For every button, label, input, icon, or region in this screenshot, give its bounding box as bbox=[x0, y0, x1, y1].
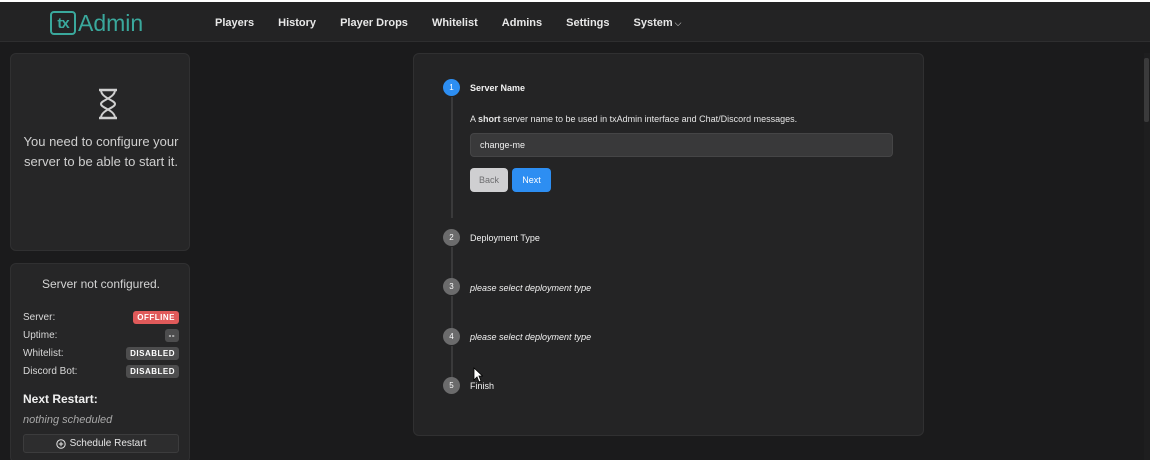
back-button[interactable]: Back bbox=[470, 168, 508, 192]
status-badge: DISABLED bbox=[126, 364, 179, 378]
status-row-server: Server: OFFLINE bbox=[23, 310, 179, 324]
plus-circle-icon bbox=[55, 438, 66, 449]
nav-history[interactable]: History bbox=[266, 17, 328, 29]
txadmin-logo[interactable]: tx Admin bbox=[50, 8, 143, 38]
step-2-label: Deployment Type bbox=[470, 233, 540, 243]
step-2-number: 2 bbox=[443, 229, 460, 246]
step-4-label: please select deployment type bbox=[470, 332, 592, 342]
description-bold: short bbox=[478, 114, 501, 124]
step-4-number: 4 bbox=[443, 328, 460, 345]
next-restart-value: nothing scheduled bbox=[23, 414, 113, 426]
nav-system-label: System bbox=[633, 17, 673, 29]
logo-mark: tx bbox=[50, 11, 76, 35]
step-connector bbox=[451, 247, 453, 280]
nav-system-dropdown[interactable]: System ⌵ bbox=[622, 17, 694, 29]
status-row-whitelist: Whitelist: DISABLED bbox=[23, 346, 179, 360]
nav-admins[interactable]: Admins bbox=[490, 17, 554, 29]
step-3-number: 3 bbox=[443, 278, 460, 295]
status-badge: DISABLED bbox=[126, 346, 179, 360]
nav-whitelist[interactable]: Whitelist bbox=[420, 17, 490, 29]
status-label: Server: bbox=[23, 311, 56, 323]
nav-player-drops[interactable]: Player Drops bbox=[328, 17, 420, 29]
server-name-input[interactable] bbox=[470, 133, 893, 157]
schedule-restart-label: Schedule Restart bbox=[69, 438, 147, 449]
nav-settings[interactable]: Settings bbox=[554, 17, 621, 29]
logo-text: Admin bbox=[78, 9, 144, 36]
step-1-number: 1 bbox=[443, 79, 460, 96]
step-connector bbox=[451, 97, 453, 218]
setup-wizard-card: 1 Server Name A short server name to be … bbox=[413, 53, 924, 436]
status-badge: OFFLINE bbox=[133, 310, 179, 324]
scrollbar-thumb[interactable] bbox=[1144, 58, 1149, 122]
status-row-uptime: Uptime: -- bbox=[23, 328, 179, 342]
configure-warning-text: You need to configure your server to be … bbox=[23, 134, 179, 169]
step-connector bbox=[451, 296, 453, 330]
schedule-restart-button[interactable]: Schedule Restart bbox=[23, 434, 179, 453]
hourglass-icon bbox=[99, 88, 117, 120]
chevron-down-icon: ⌵ bbox=[674, 18, 682, 28]
status-row-discord-bot: Discord Bot: DISABLED bbox=[23, 364, 179, 378]
nav-players[interactable]: Players bbox=[203, 17, 266, 29]
status-label: Discord Bot: bbox=[23, 365, 78, 377]
status-badge: -- bbox=[164, 328, 179, 342]
main-nav: Players History Player Drops Whitelist A… bbox=[203, 2, 694, 44]
step-5-number: 5 bbox=[443, 377, 460, 394]
configure-warning-card: You need to configure your server to be … bbox=[10, 53, 190, 251]
description-prefix: A bbox=[470, 114, 479, 124]
status-label: Whitelist: bbox=[23, 347, 64, 359]
step-connector bbox=[451, 346, 453, 379]
server-name-description: A short server name to be used in txAdmi… bbox=[470, 114, 797, 124]
next-button[interactable]: Next bbox=[512, 168, 551, 192]
next-restart-title: Next Restart: bbox=[23, 392, 98, 406]
top-navbar: tx Admin Players History Player Drops Wh… bbox=[0, 0, 1150, 42]
step-1-label: Server Name bbox=[470, 83, 526, 93]
status-label: Uptime: bbox=[23, 329, 58, 341]
server-status-title: Server not configured. bbox=[41, 277, 161, 291]
step-3-label: please select deployment type bbox=[470, 283, 592, 293]
mouse-cursor-icon bbox=[473, 367, 483, 383]
server-status-card: Server not configured. Server: OFFLINE U… bbox=[10, 263, 190, 460]
description-rest: server name to be used in txAdmin interf… bbox=[500, 114, 798, 124]
